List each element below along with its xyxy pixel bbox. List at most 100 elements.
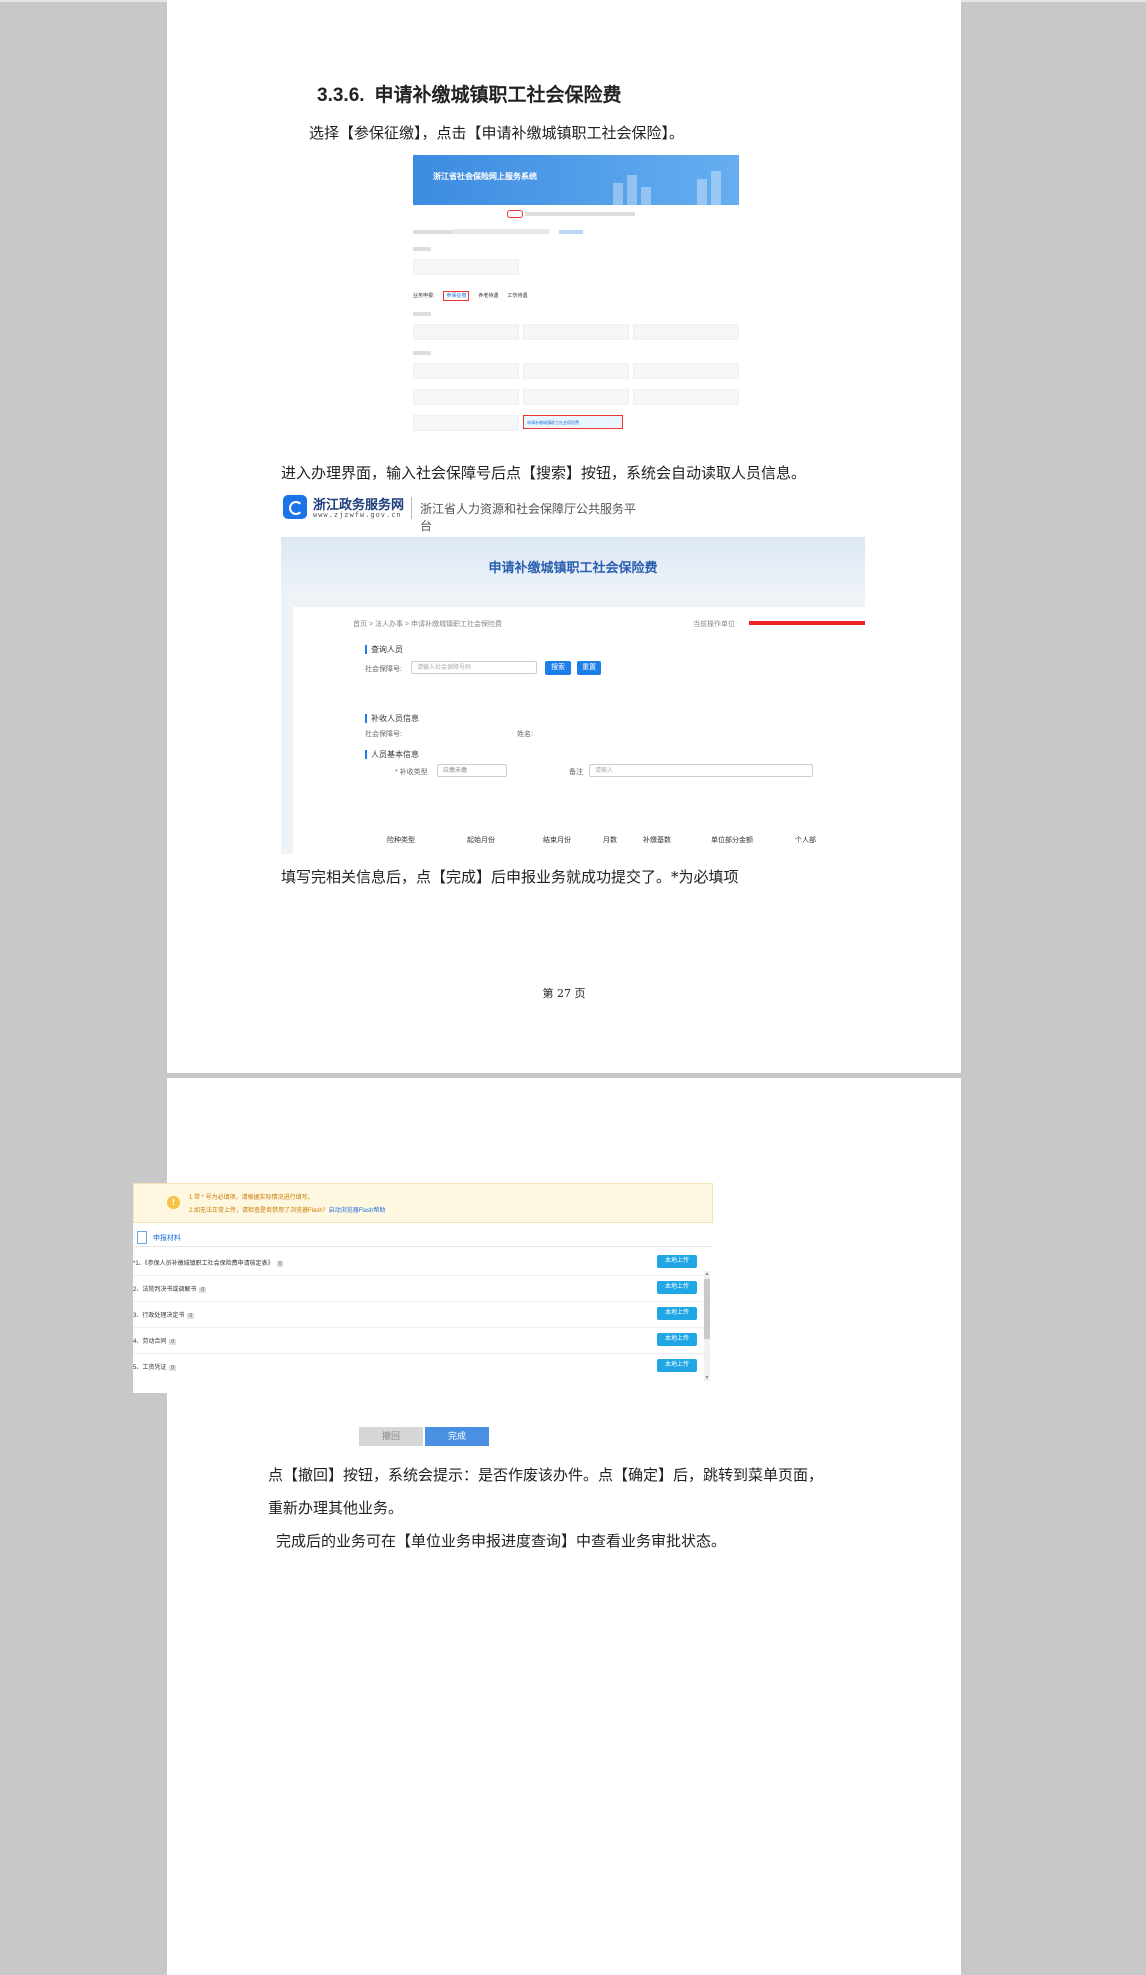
upload-button[interactable]: 本地上传	[657, 1281, 697, 1294]
menu-item[interactable]	[523, 389, 629, 405]
heading-number: 3.3.6.	[317, 85, 365, 106]
column-header: 起始月份	[467, 837, 495, 844]
screenshot-materials: ! 1.带 * 号为必填项，请根据实际情况进行填写。 2.如无法正常上传，请检查…	[133, 1183, 713, 1393]
notice-tag	[507, 210, 523, 218]
section-heading: 3.3.6. 申请补缴城镇职工社会保险费	[317, 80, 622, 107]
menu-item[interactable]	[413, 259, 519, 275]
tab-pension[interactable]: 养老待遇	[478, 293, 498, 299]
heading-text: 申请补缴城镇职工社会保险费	[374, 84, 622, 106]
breadcrumb[interactable]: 首页 > 法人办事 > 申请补缴城镇职工社会保险费	[353, 619, 502, 629]
ssn-input[interactable]: 请输入社会保障号码	[411, 661, 537, 674]
menu-item[interactable]	[413, 389, 519, 405]
file-count-badge: 0	[199, 1287, 207, 1293]
operator-label: 当前操作单位	[693, 621, 735, 628]
tab-payment[interactable]: 参保征缴	[443, 291, 470, 301]
enter-paragraph: 进入办理界面，输入社会保障号后点【搜索】按钮，系统会自动读取人员信息。	[281, 464, 807, 482]
menu-item[interactable]	[633, 324, 739, 340]
document-page-1: 3.3.6. 申请补缴城镇职工社会保险费 选择【参保征缴】，点击【申请补缴城镇职工…	[167, 0, 961, 1073]
type-select[interactable]: 应缴未缴	[437, 764, 507, 777]
scrollbar-thumb[interactable]	[704, 1279, 710, 1339]
notice-text-placeholder	[525, 212, 635, 216]
material-row: 3、行政处理决定书 0 本地上传	[133, 1301, 711, 1328]
building-icon	[627, 175, 637, 205]
group-label-placeholder	[413, 312, 431, 316]
site-logo: 浙江政务服务网 www.zjzwfw.gov.cn 浙江省人力资源和社会保障厅公…	[283, 494, 643, 533]
menu-item[interactable]	[413, 415, 519, 431]
document-icon	[137, 1231, 147, 1244]
page-number: 第 27 页	[542, 987, 586, 1000]
upload-button[interactable]: 本地上传	[657, 1333, 697, 1346]
material-row: 5、工资凭证 0 本地上传	[133, 1353, 711, 1379]
name-label: 姓名:	[517, 731, 533, 738]
undo-paragraph: 点【撤回】按钮，系统会提示：是否作废该办件。点【确定】后，跳转到菜单页面，	[268, 1466, 824, 1484]
material-name: 5、工资凭证	[133, 1365, 167, 1371]
scroll-down-icon[interactable]: ▼	[704, 1375, 710, 1381]
notice-line-1: 1.带 * 号为必填项，请根据实际情况进行填写。	[189, 1195, 314, 1201]
screenshot-form: 申请补缴城镇职工社会保险费 首页 > 法人办事 > 申请补缴城镇职工社会保险费 …	[281, 537, 865, 854]
menu-item[interactable]	[523, 324, 629, 340]
group-label-placeholder	[413, 351, 431, 355]
upload-button[interactable]: 本地上传	[657, 1359, 697, 1372]
material-name: 2、法院判决书或调解书	[133, 1287, 197, 1293]
redacted-unit	[749, 621, 865, 625]
file-count-badge: 0	[169, 1365, 177, 1371]
material-name: *1、《参保人员补缴城镇职工社会保险费申请核定表》	[133, 1261, 274, 1267]
column-header: 月数	[603, 837, 617, 844]
material-row: *1、《参保人员补缴城镇职工社会保险费申请核定表》 0 本地上传	[133, 1249, 711, 1276]
building-icon	[641, 187, 651, 205]
building-icon	[613, 183, 623, 205]
warning-icon: !	[167, 1196, 180, 1209]
menu-item[interactable]	[413, 324, 519, 340]
form-panel: 首页 > 法人办事 > 申请补缴城镇职工社会保险费 当前操作单位 查询人员 社会…	[293, 607, 865, 854]
menu-item[interactable]	[523, 363, 629, 379]
file-count-badge: 0	[276, 1261, 284, 1267]
type-label: * 补收类型	[395, 769, 428, 776]
section-basic: 人员基本信息	[365, 750, 419, 759]
material-name: 3、行政处理决定书	[133, 1313, 185, 1319]
tab-injury[interactable]: 工伤待遇	[507, 293, 527, 299]
flash-help-link[interactable]: 启动浏览器Flash帮助	[329, 1208, 386, 1214]
logo-url: www.zjzwfw.gov.cn	[313, 511, 402, 519]
upload-button[interactable]: 本地上传	[657, 1307, 697, 1320]
scrollbar[interactable]: ▲ ▼	[704, 1271, 710, 1381]
logo-divider	[411, 497, 412, 519]
banner-title: 浙江省社会保险网上服务系统	[433, 172, 537, 181]
remark-input[interactable]: 请输入	[589, 764, 813, 777]
material-label: 3、行政处理决定书 0	[133, 1310, 195, 1319]
column-header: 单位部分金额	[711, 837, 753, 844]
unit-link-placeholder[interactable]	[559, 230, 583, 234]
material-label: *1、《参保人员补缴城镇职工社会保险费申请核定表》 0	[133, 1258, 284, 1267]
menu-item[interactable]	[413, 363, 519, 379]
label-placeholder	[413, 247, 431, 251]
notice-line-2: 2.如无法正常上传，请检查是否禁用了浏览器Flash！启动浏览器Flash帮助	[189, 1205, 385, 1214]
done-button[interactable]: 完成	[425, 1427, 489, 1446]
form-header: 申请补缴城镇职工社会保险费	[281, 537, 865, 597]
material-name: 4、劳动合同	[133, 1339, 167, 1345]
column-header: 补缴基数	[643, 837, 671, 844]
remark-label: 备注	[569, 769, 583, 776]
menu-item-supplementary-payment[interactable]: 申请补缴城镇职工社会保险费	[523, 415, 623, 429]
scroll-up-icon[interactable]: ▲	[704, 1271, 710, 1277]
upload-button[interactable]: 本地上传	[657, 1255, 697, 1268]
status-paragraph: 完成后的业务可在【单位业务申报进度查询】中查看业务审批状态。	[276, 1532, 727, 1550]
zjzwfw-logo-icon	[283, 495, 307, 519]
search-button[interactable]: 搜索	[545, 661, 571, 675]
unit-label-placeholder	[413, 230, 453, 234]
material-label: 4、劳动合同 0	[133, 1336, 177, 1345]
material-label: 2、法院判决书或调解书 0	[133, 1284, 207, 1293]
section-query: 查询人员	[365, 645, 403, 654]
material-label: 5、工资凭证 0	[133, 1362, 177, 1371]
screenshot-menu: 浙江省社会保险网上服务系统 业务申报: 参保征缴 养老待遇 工伤待遇 申请补缴城镇职工…	[413, 155, 739, 440]
undo-button[interactable]: 撤回	[359, 1427, 423, 1446]
system-banner: 浙江省社会保险网上服务系统	[413, 155, 739, 205]
file-count-badge: 0	[169, 1339, 177, 1345]
menu-item[interactable]	[633, 389, 739, 405]
reset-button[interactable]: 重置	[577, 661, 601, 675]
menu-item[interactable]	[633, 363, 739, 379]
intro-paragraph: 选择【参保征缴】，点击【申请补缴城镇职工社会保险】。	[309, 124, 685, 142]
building-icon	[697, 179, 707, 205]
tab-label: 业务申报:	[413, 293, 435, 299]
column-header: 险种类型	[387, 837, 415, 844]
section-person: 补收人员信息	[365, 714, 419, 723]
undo-paragraph-cont: 重新办理其他业务。	[268, 1499, 404, 1517]
